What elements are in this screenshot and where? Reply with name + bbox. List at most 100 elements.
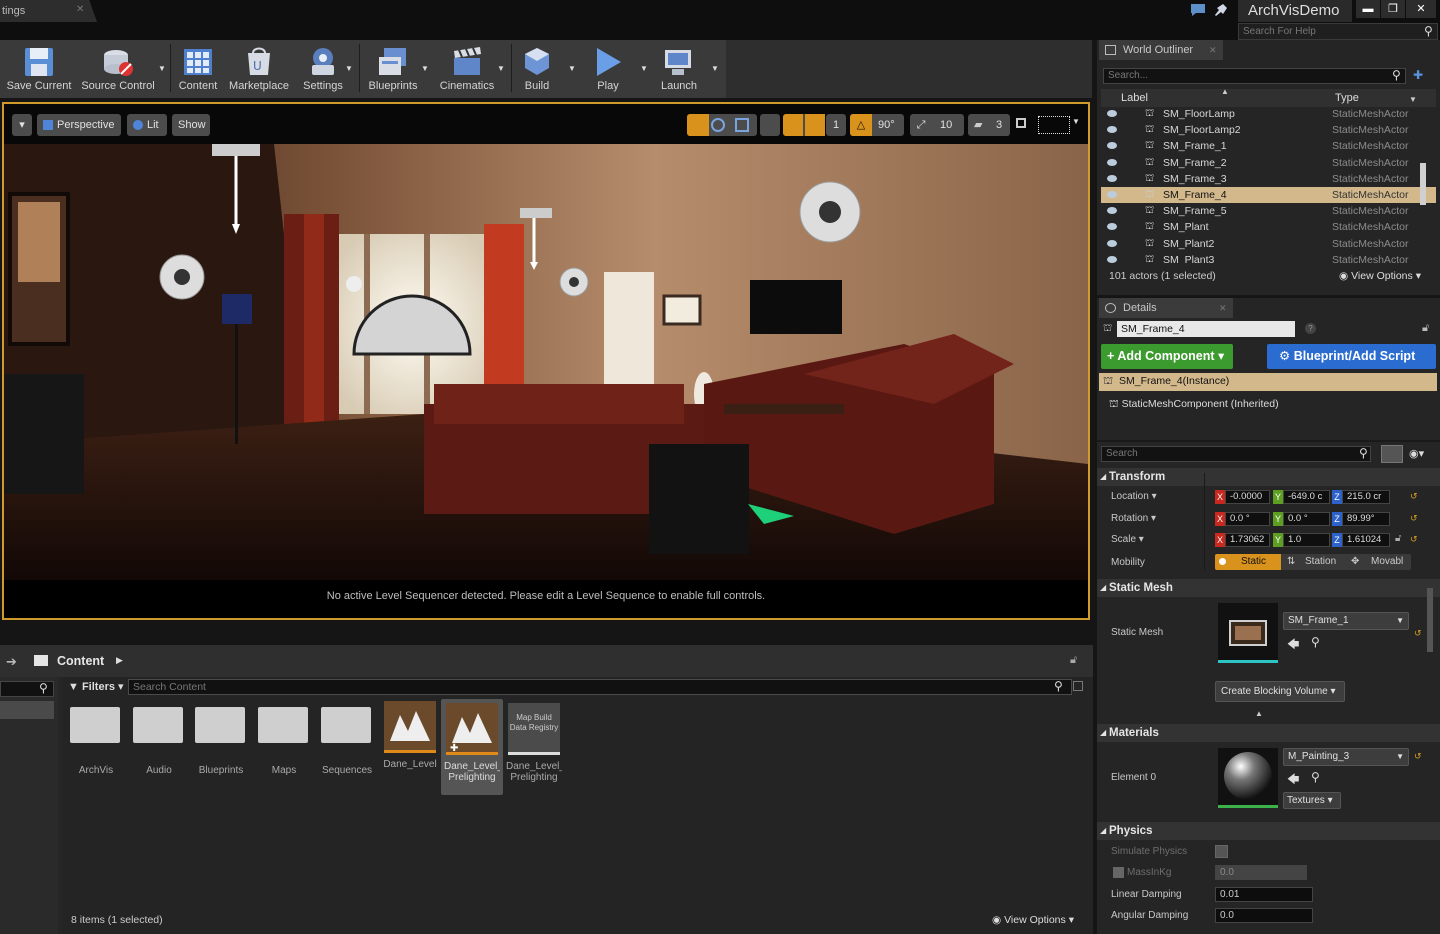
breadcrumb[interactable]: Content (57, 654, 104, 668)
maximize-viewport-icon[interactable] (1016, 118, 1026, 128)
tab-world-outliner[interactable]: World Outliner ✕ (1099, 40, 1223, 60)
maximize-button[interactable]: ❐ (1381, 0, 1405, 18)
content-search-input[interactable]: Search Content (128, 679, 1072, 695)
settings-button[interactable]: Settings (298, 40, 348, 96)
close-window-button[interactable]: ✕ (1406, 0, 1436, 18)
rotation-z-input[interactable]: 89.99° (1342, 512, 1390, 526)
browse-search-icon[interactable]: ⚲ (1311, 770, 1320, 784)
scale-snap-group[interactable]: ⤢ 10 (910, 114, 964, 136)
level-viewport[interactable]: ▾ Perspective Lit Show 1 △ 90° ⤢ 10 ▰ 3 … (2, 102, 1090, 620)
eye-icon[interactable]: ◉▾ (1409, 447, 1424, 460)
cinematics-dropdown[interactable]: ▼ (497, 64, 507, 73)
scene-render[interactable] (4, 144, 1088, 580)
blueprints-button[interactable]: Blueprints (364, 40, 422, 96)
build-button[interactable]: Build (514, 40, 560, 96)
launch-button[interactable]: Launch (654, 40, 704, 96)
add-component-button[interactable]: + Add Component ▾ (1101, 344, 1233, 369)
layout-icon[interactable] (1038, 116, 1070, 134)
section-transform[interactable]: ◢ Transform (1097, 468, 1440, 486)
asset-folder-archvis[interactable]: ArchVis (68, 699, 124, 776)
visibility-eye-icon[interactable] (1107, 158, 1117, 166)
location-z-input[interactable]: 215.0 cr (1342, 490, 1390, 504)
visibility-eye-icon[interactable] (1107, 174, 1117, 182)
forward-arrow-icon[interactable]: ➔ (6, 654, 17, 670)
rotation-label[interactable]: Rotation ▾ (1111, 513, 1156, 524)
column-label[interactable]: Label (1121, 92, 1148, 104)
reset-location-icon[interactable]: ↺ (1410, 491, 1418, 502)
outliner-row[interactable]: ⛫ SM_Plant StaticMeshActor (1101, 219, 1436, 235)
outliner-row[interactable]: ⛫ SM_Frame_3 StaticMeshActor (1101, 171, 1436, 187)
use-selected-arrow-icon[interactable]: 🡄 (1287, 770, 1299, 791)
outliner-row[interactable]: ⛫ SM_Frame_5 StaticMeshActor (1101, 203, 1436, 219)
textures-button[interactable]: Textures ▾ (1283, 792, 1341, 809)
perspective-button[interactable]: Perspective (37, 114, 121, 136)
move-tool-icon[interactable] (687, 114, 709, 136)
outliner-row[interactable]: ⛫ SM_Plant2 StaticMeshActor (1101, 236, 1436, 252)
blueprint-add-script-button[interactable]: ⚙ Blueprint/Add Script (1267, 344, 1436, 369)
static-mesh-component-row[interactable]: ⛫ StaticMeshComponent (Inherited) (1109, 398, 1279, 412)
rotation-y-input[interactable]: 0.0 ° (1283, 512, 1330, 526)
use-selected-arrow-icon[interactable]: 🡄 (1287, 635, 1299, 656)
lock-icon[interactable]: 🔓︎ (1422, 322, 1429, 335)
visibility-eye-icon[interactable] (1107, 191, 1117, 198)
rotation-x-input[interactable]: 0.0 ° (1225, 512, 1270, 526)
mobility-movable-option[interactable]: ✥ Movabl (1347, 554, 1411, 570)
visibility-eye-icon[interactable] (1107, 207, 1117, 215)
asset-level-dane[interactable]: Dane_Level (382, 701, 438, 770)
close-icon[interactable]: ✕ (1209, 40, 1217, 60)
collapse-advanced-icon[interactable]: ▲ (1255, 709, 1263, 718)
scale-tool-icon[interactable] (735, 118, 749, 132)
create-blocking-volume-button[interactable]: Create Blocking Volume ▾ (1215, 681, 1345, 702)
outliner-row[interactable]: ⛫ SM_FloorLamp StaticMeshActor (1101, 107, 1436, 122)
angular-damping-input[interactable]: 0.0 (1215, 908, 1313, 923)
asset-folder-blueprints[interactable]: Blueprints (193, 699, 249, 776)
static-mesh-combo[interactable]: SM_Frame_1 ▼ (1283, 612, 1409, 630)
blueprints-dropdown[interactable]: ▼ (421, 64, 431, 73)
chat-icon[interactable] (1190, 3, 1206, 17)
static-mesh-thumbnail[interactable] (1218, 603, 1278, 663)
scale-label[interactable]: Scale ▾ (1111, 534, 1144, 545)
component-instance-row[interactable]: ⛫ SM_Frame_4(Instance) (1099, 373, 1437, 391)
asset-level-dane-demomap[interactable]: ✚ Dane_Level_DemoMap Prelighting (444, 703, 500, 785)
world-local-icon[interactable] (760, 114, 780, 136)
filters-button[interactable]: ▼ Filters ▾ (68, 680, 124, 693)
add-folder-icon[interactable]: ✚ (1413, 68, 1423, 82)
outliner-view-options-button[interactable]: ◉ View Options ▾ (1339, 270, 1421, 282)
asset-folder-audio[interactable]: Audio (131, 699, 187, 776)
column-dropdown-icon[interactable]: ▼ (1409, 95, 1417, 104)
linear-damping-input[interactable]: 0.01 (1215, 887, 1313, 902)
visibility-eye-icon[interactable] (1107, 239, 1117, 247)
outliner-row[interactable]: ⛫ SM_Plant3 StaticMeshActor (1101, 252, 1436, 263)
section-static-mesh[interactable]: ◢ Static Mesh (1097, 579, 1440, 597)
material-combo[interactable]: M_Painting_3 ▼ (1283, 748, 1409, 766)
launch-dropdown[interactable]: ▼ (711, 64, 721, 73)
surface-snap-group[interactable] (783, 114, 825, 136)
pin-icon[interactable] (1212, 3, 1228, 17)
asset-folder-maps[interactable]: Maps (256, 699, 312, 776)
reset-material-icon[interactable]: ↺ (1414, 751, 1422, 762)
cinematics-button[interactable]: Cinematics (434, 40, 500, 96)
scale-x-input[interactable]: 1.73062 (1225, 533, 1270, 547)
visibility-eye-icon[interactable] (1107, 110, 1117, 117)
outliner-row[interactable]: ⛫ SM_Frame_1 StaticMeshActor (1101, 138, 1436, 154)
lock-icon[interactable]: 🔓︎ (1070, 654, 1077, 667)
play-dropdown[interactable]: ▼ (640, 64, 650, 73)
close-icon[interactable]: ✕ (76, 4, 84, 15)
section-materials[interactable]: ◢ Materials (1097, 724, 1440, 742)
grid-snap-value[interactable]: 1 (826, 114, 846, 136)
details-scrollbar[interactable] (1427, 588, 1433, 652)
mass-override-checkbox[interactable] (1113, 867, 1124, 878)
scale-y-input[interactable]: 1.0 (1283, 533, 1330, 547)
location-x-input[interactable]: -0.0000 (1225, 490, 1270, 504)
marketplace-button[interactable]: U Marketplace (226, 40, 292, 96)
breadcrumb-arrow-icon[interactable]: ▶ (116, 655, 123, 666)
outliner-row[interactable]: ⛫ SM_Frame_2 StaticMeshActor (1101, 155, 1436, 171)
show-button[interactable]: Show (172, 114, 210, 136)
build-dropdown[interactable]: ▼ (568, 64, 578, 73)
visibility-eye-icon[interactable] (1107, 255, 1117, 263)
simulate-physics-checkbox[interactable] (1215, 845, 1228, 858)
rotation-snap-group[interactable]: △ 90° (850, 114, 904, 136)
rotate-tool-icon[interactable] (711, 118, 725, 132)
column-type[interactable]: Type (1335, 92, 1359, 104)
visibility-eye-icon[interactable] (1107, 126, 1117, 134)
